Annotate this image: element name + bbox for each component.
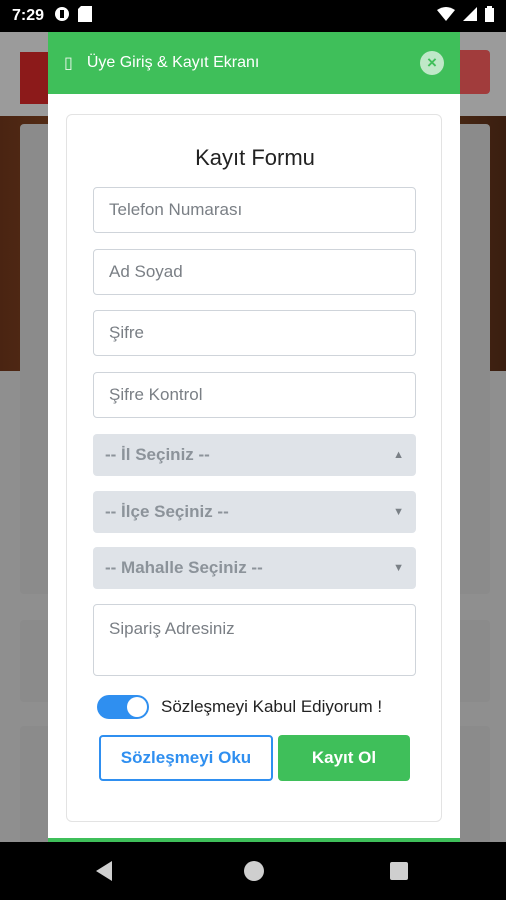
user-icon: ▯ [64, 55, 73, 72]
password-placeholder: Şifre [109, 323, 144, 342]
password-confirm-input[interactable]: Şifre Kontrol [93, 372, 416, 418]
modal-title: Üye Giriş & Kayıt Ekranı [86, 54, 260, 71]
agreement-label: Sözleşmeyi Kabul Ediyorum ! [161, 697, 383, 716]
district-select-value: -- İlçe Seçiniz -- [105, 502, 229, 521]
recents-icon[interactable] [390, 862, 408, 880]
province-select[interactable]: -- İl Seçiniz -- ▲ [93, 434, 416, 476]
toggle-knob [127, 697, 147, 717]
close-button[interactable]: × [420, 51, 444, 75]
agreement-row: Sözleşmeyi Kabul Ediyorum ! [97, 695, 382, 719]
phone-input[interactable]: Telefon Numarası [93, 187, 416, 233]
neighborhood-select-value: -- Mahalle Seçiniz -- [105, 558, 263, 577]
caret-up-icon: ▲ [393, 449, 404, 461]
province-select-value: -- İl Seçiniz -- [105, 445, 210, 464]
register-button[interactable]: Kayıt Ol [278, 735, 410, 781]
home-icon[interactable] [244, 861, 264, 881]
neighborhood-select[interactable]: -- Mahalle Seçiniz -- ▼ [93, 547, 416, 589]
sd-card-icon [78, 5, 93, 27]
caret-down-icon: ▼ [393, 562, 404, 574]
password-input[interactable]: Şifre [93, 310, 416, 356]
name-placeholder: Ad Soyad [109, 262, 183, 281]
modal-header: ▯ Üye Giriş & Kayıt Ekranı × [48, 32, 460, 94]
form-title: Kayıt Formu [195, 145, 315, 170]
read-agreement-button[interactable]: Sözleşmeyi Oku [99, 735, 273, 781]
back-icon[interactable] [96, 861, 112, 881]
navigation-bar [0, 842, 506, 900]
battery-icon [485, 5, 494, 27]
name-input[interactable]: Ad Soyad [93, 249, 416, 295]
register-form: Kayıt Formu Telefon Numarası Ad Soyad Şi… [66, 114, 442, 822]
signal-icon [463, 6, 477, 26]
district-select[interactable]: -- İlçe Seçiniz -- ▼ [93, 491, 416, 533]
notification-icon [54, 6, 70, 27]
wifi-icon [437, 6, 455, 26]
background-lock-button [456, 50, 490, 94]
password-confirm-placeholder: Şifre Kontrol [109, 385, 203, 404]
caret-down-icon: ▼ [393, 506, 404, 518]
address-textarea[interactable]: Sipariş Adresiniz [93, 604, 416, 676]
status-time: 7:29 [12, 7, 45, 24]
agreement-toggle[interactable] [97, 695, 149, 719]
register-modal: ▯ Üye Giriş & Kayıt Ekranı × Kayıt Formu… [48, 32, 460, 842]
status-bar: 7:29 [0, 0, 506, 32]
phone-placeholder: Telefon Numarası [109, 200, 243, 219]
address-placeholder: Sipariş Adresiniz [109, 619, 235, 638]
